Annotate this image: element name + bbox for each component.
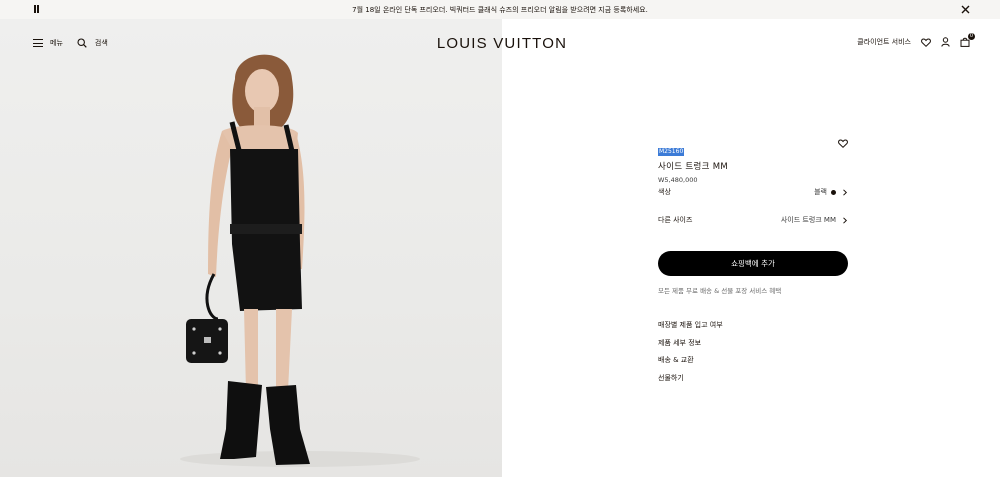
product-image [0,19,502,477]
pause-icon[interactable] [33,5,40,14]
menu-icon [33,39,43,47]
color-option-label: 색상 [658,188,671,196]
size-option-label: 다른 사이즈 [658,216,693,224]
user-icon [941,37,950,47]
gifting-link[interactable]: 선물하기 [658,373,723,391]
shipping-note: 모든 제품 무료 배송 & 선물 포장 서비스 혜택 [658,287,782,295]
chevron-right-icon [843,188,848,196]
announcement-bar: 7월 18일 온라인 단독 프리오더. 빅쿼터드 클래식 슈즈의 프리오더 알림… [0,0,1000,19]
search-icon [77,38,87,48]
chevron-right-icon [843,216,848,224]
product-price: W5,480,000 [658,176,698,184]
color-option-value: 블랙 [814,188,827,196]
size-option[interactable]: 다른 사이즈 사이드 트렁크 MM [658,213,848,227]
wishlist-button[interactable] [921,37,931,47]
color-swatch [831,189,836,195]
product-links: 매장별 제품 입고 여부 제품 세부 정보 배송 & 교환 선물하기 [658,320,723,390]
header-left: 메뉴 검색 [33,38,122,48]
header-right: 클라이언트 서비스 0 [847,33,975,47]
search-button[interactable]: 검색 [77,38,108,48]
search-label: 검색 [94,39,108,47]
bag-count-badge: 0 [968,33,975,40]
product-details-link[interactable]: 제품 세부 정보 [658,338,723,356]
product-info: M25160 사이드 트렁크 MM W5,480,000 [658,138,848,184]
menu-label: 메뉴 [50,39,63,47]
wishlist-heart-icon[interactable] [838,139,848,148]
close-icon[interactable] [960,4,971,15]
color-option[interactable]: 색상 블랙 [658,185,848,199]
delivery-returns-link[interactable]: 배송 & 교환 [658,355,723,373]
client-service-link[interactable]: 클라이언트 서비스 [857,37,911,47]
heart-icon [921,37,931,47]
brand-logo[interactable]: LOUIS VUITTON [402,35,602,52]
menu-button[interactable]: 메뉴 [33,38,63,48]
shopping-bag-button[interactable]: 0 [960,33,975,47]
product-sku: M25160 [658,148,685,156]
store-availability-link[interactable]: 매장별 제품 입고 여부 [658,320,723,338]
add-to-bag-button[interactable]: 쇼핑백에 추가 [658,251,848,276]
product-name: 사이드 트렁크 MM [658,162,728,172]
announcement-text: 7월 18일 온라인 단독 프리오더. 빅쿼터드 클래식 슈즈의 프리오더 알림… [352,5,648,14]
account-button[interactable] [941,37,950,47]
model-photo [180,54,420,467]
size-option-value: 사이드 트렁크 MM [780,216,836,224]
